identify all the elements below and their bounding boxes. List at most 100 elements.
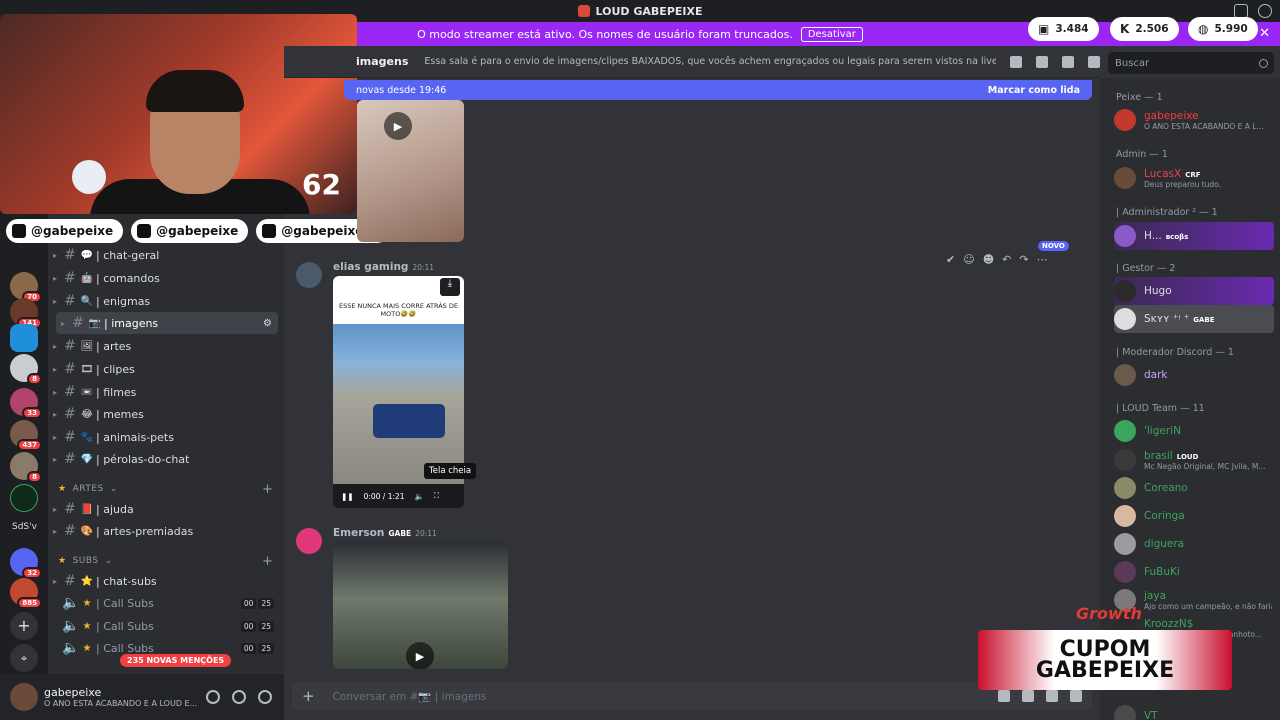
server-icon[interactable]: 885: [10, 578, 42, 609]
more-icon[interactable]: ⋯: [1037, 253, 1048, 266]
sticker-icon[interactable]: [1046, 690, 1058, 702]
members-icon[interactable]: [1088, 55, 1100, 68]
member-item[interactable]: diguera: [1114, 530, 1274, 558]
gif-icon[interactable]: [1022, 690, 1034, 702]
channel-perolas-do-chat[interactable]: ▸ # 💎 | pérolas-do-chat: [48, 448, 284, 470]
server-icon[interactable]: 32: [10, 548, 42, 579]
channel-comandos[interactable]: ▸ # 🤖 | comandos: [48, 267, 284, 289]
channel-emoji: 🐾: [80, 431, 94, 443]
member-item[interactable]: Coreano: [1114, 474, 1274, 502]
category-subs[interactable]: ★ SUBS ⌄ +: [58, 554, 273, 569]
server-icon[interactable]: 8: [10, 452, 42, 483]
play-icon[interactable]: ▶: [384, 112, 412, 140]
member-name: Sĸʏʏ ⁺ᵎ ⁺: [1144, 313, 1190, 325]
channel-emoji: 🎨: [80, 525, 94, 537]
member-item[interactable]: VT: [1114, 702, 1274, 720]
voice-channel-call-subs[interactable]: 🔈 ★ | Call Subs 00 25: [48, 615, 284, 637]
member-tag: вcoβs: [1165, 233, 1189, 241]
server-icon[interactable]: 8: [10, 354, 42, 385]
avatar[interactable]: [296, 262, 322, 288]
server-icon[interactable]: 33: [10, 388, 42, 419]
channel-topic[interactable]: Essa sala é para o envio de imagens/clip…: [424, 56, 996, 67]
pin-icon[interactable]: [1062, 55, 1074, 68]
member-item[interactable]: Hugo: [1114, 277, 1274, 305]
server-badge: 8: [27, 471, 42, 483]
channel-chat-geral[interactable]: ▸ # 💬 | chat-geral: [48, 244, 284, 266]
server-icon[interactable]: 141: [10, 298, 42, 329]
message-author[interactable]: Emerson GABE 20:11: [333, 527, 437, 539]
avatar: [1114, 308, 1136, 330]
new-mentions-pill[interactable]: 235 NOVAS MENÇÕES: [120, 654, 232, 667]
emoji-picker-icon[interactable]: [1070, 690, 1082, 702]
search-input[interactable]: Buscar: [1108, 52, 1274, 74]
member-item[interactable]: Sĸʏʏ ⁺ᵎ ⁺ GABE: [1114, 305, 1274, 333]
fullscreen-icon[interactable]: ⛶: [434, 491, 439, 501]
channel-artes-premiadas[interactable]: ▸ # 🎨 | artes-premiadas: [48, 520, 284, 542]
gear-icon[interactable]: [258, 690, 272, 704]
channel-artes[interactable]: ▸ # 🖼 | artes: [48, 335, 284, 357]
video-attachment[interactable]: ▶: [357, 100, 464, 242]
channel-chat-subs[interactable]: ▸ # ⭐ | chat-subs: [48, 570, 284, 592]
add-server-icon[interactable]: +: [10, 612, 38, 640]
help-icon[interactable]: [1258, 4, 1272, 18]
microphone-icon[interactable]: [206, 690, 220, 704]
threads-icon[interactable]: [1010, 55, 1022, 68]
emoji-icon[interactable]: ☻: [983, 253, 994, 266]
member-item[interactable]: brasil LOUD Mc Negão Original, MC Jvila, M…: [1114, 446, 1274, 474]
reaction-icon[interactable]: ☺: [963, 253, 974, 266]
channel-enigmas[interactable]: ▸ # 🔍 | enigmas: [48, 290, 284, 312]
app-logo-icon: [577, 5, 590, 17]
volume-icon[interactable]: 🔈: [415, 492, 424, 501]
pickup-truck: [373, 404, 445, 438]
new-messages-bar[interactable]: novas desde 19:46 Marcar como lida: [344, 80, 1092, 100]
inbox-icon[interactable]: [1234, 4, 1248, 18]
instagram-icon: [137, 224, 152, 238]
channel-imagens[interactable]: ▸ # 📷 | imagens ⚙: [56, 312, 278, 334]
server-icon[interactable]: [10, 324, 38, 352]
server-icon[interactable]: 70: [10, 272, 42, 303]
member-item[interactable]: 'ligeriN: [1114, 417, 1274, 445]
headphones-icon[interactable]: [232, 690, 246, 704]
channel-animais-pets[interactable]: ▸ # 🐾 | animais-pets: [48, 426, 284, 448]
add-channel-icon[interactable]: +: [262, 482, 273, 497]
server-badge: 33: [22, 407, 42, 419]
loud-server-icon[interactable]: [10, 484, 38, 512]
channel-ajuda[interactable]: ▸ # 📕 | ajuda: [48, 498, 284, 520]
reply-icon[interactable]: ↶: [1002, 253, 1011, 266]
forward-icon[interactable]: ↷: [1019, 253, 1028, 266]
channel-memes[interactable]: ▸ # 😂 | memes: [48, 403, 284, 425]
message-author[interactable]: elias gaming 20:11: [333, 261, 434, 273]
channel-settings-icon[interactable]: ⚙: [263, 318, 272, 329]
twitch-count: 3.484: [1055, 23, 1089, 35]
member-item[interactable]: gabepeixe O ANO ESTA ACABANDO E A L...: [1114, 106, 1274, 134]
bell-icon[interactable]: [1036, 55, 1048, 68]
voice-channel-call-subs[interactable]: 🔈 ★ | Call Subs 00 25: [48, 592, 284, 614]
message-composer[interactable]: + Conversar em #📷 | imagens: [292, 682, 1092, 710]
server-text-label[interactable]: SdS'v: [12, 522, 37, 532]
member-item[interactable]: H... вcoβs: [1114, 222, 1274, 250]
explore-icon[interactable]: ⌖: [10, 644, 38, 672]
download-icon[interactable]: ⤓: [440, 278, 460, 296]
member-item[interactable]: FuBuKi: [1114, 558, 1274, 586]
category-artes[interactable]: ★ ARTES ⌄ +: [58, 482, 273, 497]
channel-clipes[interactable]: ▸ # 🎞 | clipes: [48, 358, 284, 380]
server-icon[interactable]: 437: [10, 420, 42, 451]
close-banner-icon[interactable]: ✕: [1259, 26, 1270, 41]
avatar[interactable]: [296, 528, 322, 554]
video-attachment[interactable]: ▶: [333, 542, 508, 669]
avatar[interactable]: [10, 683, 38, 711]
member-item[interactable]: LucasX CRF Deus preparou tudo.: [1114, 164, 1274, 192]
disable-streamer-button[interactable]: Desativar: [800, 26, 863, 42]
member-item[interactable]: Coringa: [1114, 502, 1274, 530]
channel-filmes[interactable]: ▸ # 📼 | filmes: [48, 381, 284, 403]
play-icon[interactable]: ▶: [406, 642, 434, 669]
channel-name: | chat-geral: [96, 248, 160, 262]
pause-icon[interactable]: ❚❚: [341, 492, 354, 501]
gift-icon[interactable]: [998, 690, 1010, 702]
mark-as-read-button[interactable]: Marcar como lida: [988, 85, 1080, 96]
add-channel-icon[interactable]: +: [262, 554, 273, 569]
check-reaction-icon[interactable]: ✔: [946, 253, 955, 266]
message-time: 20:11: [412, 263, 435, 272]
attach-icon[interactable]: +: [302, 687, 315, 705]
member-item[interactable]: dark: [1114, 361, 1274, 389]
